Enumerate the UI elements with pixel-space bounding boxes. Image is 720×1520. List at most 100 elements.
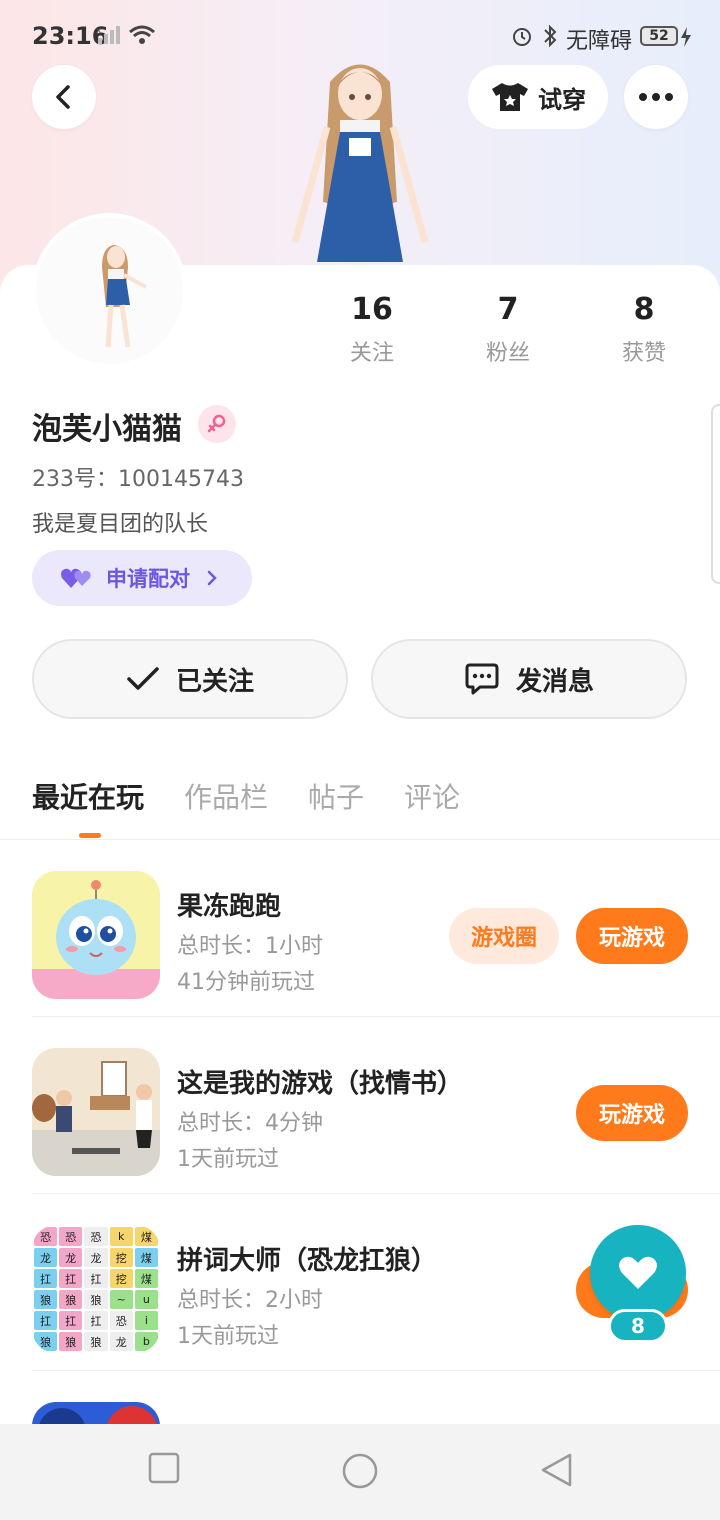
word-tile: 煤: [134, 1227, 158, 1246]
accessibility-text: 无障碍: [566, 29, 633, 54]
game-duration: 总时长：4分钟: [177, 1111, 323, 1136]
word-tile: 煤: [134, 1269, 158, 1288]
stat-label: 获赞: [621, 341, 666, 366]
game-name: 拼词大师（恐龙扛狼）: [177, 1246, 438, 1276]
word-tile: 扛: [59, 1269, 83, 1288]
battery-icon: 52: [640, 26, 678, 46]
word-tile: i: [134, 1311, 158, 1330]
word-tile: 扛: [34, 1269, 58, 1288]
word-tile: 扛: [84, 1269, 108, 1288]
word-tile: 扛: [34, 1311, 58, 1330]
stat-label: 粉丝: [485, 341, 530, 366]
back-arrow-icon: [56, 85, 70, 109]
side-drawer-handle[interactable]: [711, 404, 720, 584]
game-icon-jelly-run[interactable]: [32, 871, 160, 999]
play-game-button[interactable]: 玩游戏: [576, 908, 688, 964]
send-message-button[interactable]: 发消息: [371, 639, 687, 719]
character-illustration: [285, 52, 435, 271]
word-tile: b: [134, 1332, 158, 1351]
system-nav-bar: [0, 1424, 720, 1520]
double-heart-icon: [61, 568, 91, 588]
word-tile: 煤: [134, 1248, 158, 1267]
like-count-badge: 8: [608, 1309, 668, 1343]
chevron-right-icon: [207, 570, 217, 586]
stat-label: 关注: [349, 341, 394, 366]
avatar[interactable]: [32, 213, 187, 368]
game-last-played: 1天前玩过: [177, 1147, 279, 1172]
profile-tabs: 最近在玩 作品栏 帖子 评论: [32, 776, 460, 826]
play-game-button[interactable]: 玩游戏: [576, 1085, 688, 1141]
stat-number: 8: [633, 292, 655, 327]
word-tile: 恐: [59, 1227, 83, 1246]
tab-recently-played[interactable]: 最近在玩: [32, 776, 144, 826]
game-duration: 总时长：1小时: [177, 934, 323, 959]
word-tile: k: [109, 1227, 133, 1246]
tab-posts[interactable]: 帖子: [308, 776, 364, 826]
word-tile: 扛: [59, 1311, 83, 1330]
check-icon: [127, 667, 159, 690]
game-last-played: 41分钟前玩过: [177, 970, 315, 995]
heart-icon: [619, 1256, 657, 1289]
word-tile: 恐: [84, 1227, 108, 1246]
word-tile: 狼: [84, 1332, 108, 1351]
user-bio: 我是夏目团的队长: [32, 512, 209, 537]
word-tile: 狼: [59, 1290, 83, 1309]
word-tile: 扛: [84, 1311, 108, 1330]
tab-works[interactable]: 作品栏: [184, 776, 268, 826]
female-gender-icon: [198, 405, 236, 443]
try-on-button[interactable]: 试穿: [468, 65, 608, 129]
tshirt-icon: [492, 83, 528, 111]
more-button[interactable]: [624, 65, 688, 129]
profile-page: 23:16 x 无障碍 52 试穿 16 关注 7 粉丝 8 获赞 泡芙小猫猫 …: [0, 0, 720, 1520]
stat-fans[interactable]: 7 粉丝: [453, 292, 563, 367]
stat-following[interactable]: 16 关注: [317, 292, 427, 367]
word-tile: 狼: [59, 1332, 83, 1351]
username: 泡芙小猫猫: [32, 412, 182, 447]
followed-button[interactable]: 已关注: [32, 639, 348, 719]
game-name: 这是我的游戏（找情书）: [177, 1069, 464, 1099]
word-tile: 狼: [84, 1290, 108, 1309]
word-tile: u: [134, 1290, 158, 1309]
followed-label: 已关注: [175, 666, 254, 697]
send-message-label: 发消息: [515, 666, 594, 697]
word-tile: 龙: [109, 1332, 133, 1351]
game-name: 果冻跑跑: [177, 892, 282, 922]
alarm-icon: [510, 24, 534, 52]
word-tile: 龙: [59, 1248, 83, 1267]
home-circle-icon[interactable]: [341, 1452, 379, 1494]
word-tile: 龙: [34, 1248, 58, 1267]
word-tile: 挖: [109, 1248, 133, 1267]
svg-text:x: x: [96, 26, 102, 36]
tab-comments[interactable]: 评论: [404, 776, 460, 826]
signal-icon: x: [96, 24, 124, 50]
game-circle-button[interactable]: 游戏圈: [449, 908, 559, 964]
game-row[interactable]: 果冻跑跑 总时长：1小时 41分钟前玩过 游戏圈 玩游戏: [0, 840, 720, 1017]
apply-pair-label: 申请配对: [106, 567, 190, 591]
game-duration: 总时长：2小时: [177, 1288, 323, 1313]
wifi-icon: [128, 24, 156, 50]
game-last-played: 1天前玩过: [177, 1324, 279, 1349]
word-tile: 恐: [34, 1227, 58, 1246]
apply-pair-button[interactable]: 申请配对: [32, 550, 252, 606]
word-tile: 恐: [109, 1311, 133, 1330]
game-icon-find-love-letter[interactable]: [32, 1048, 160, 1176]
active-tab-indicator: [79, 833, 101, 838]
charging-icon: [680, 26, 692, 52]
back-button[interactable]: [32, 65, 96, 129]
try-on-label: 试穿: [538, 85, 586, 114]
game-row[interactable]: 这是我的游戏（找情书） 总时长：4分钟 1天前玩过 玩游戏: [0, 1017, 720, 1194]
word-tile: 挖: [109, 1269, 133, 1288]
word-tile: 狼: [34, 1332, 58, 1351]
word-tile: 狼: [34, 1290, 58, 1309]
word-tile: 龙: [84, 1248, 108, 1267]
recents-square-icon[interactable]: [148, 1452, 180, 1488]
user-id: 233号：100145743: [32, 467, 244, 492]
bluetooth-icon: [540, 24, 560, 52]
stat-number: 7: [497, 292, 519, 327]
game-icon-word-master[interactable]: 恐 恐 恐 k 煤 龙 龙 龙 挖 煤 扛 扛 扛 挖 煤 狼 狼 狼 ~ u: [32, 1225, 160, 1353]
floating-like-button[interactable]: [590, 1225, 686, 1321]
avatar-character-image: [102, 245, 147, 348]
back-triangle-icon[interactable]: [540, 1452, 574, 1492]
stat-number: 16: [351, 292, 393, 327]
stat-likes[interactable]: 8 获赞: [589, 292, 699, 367]
